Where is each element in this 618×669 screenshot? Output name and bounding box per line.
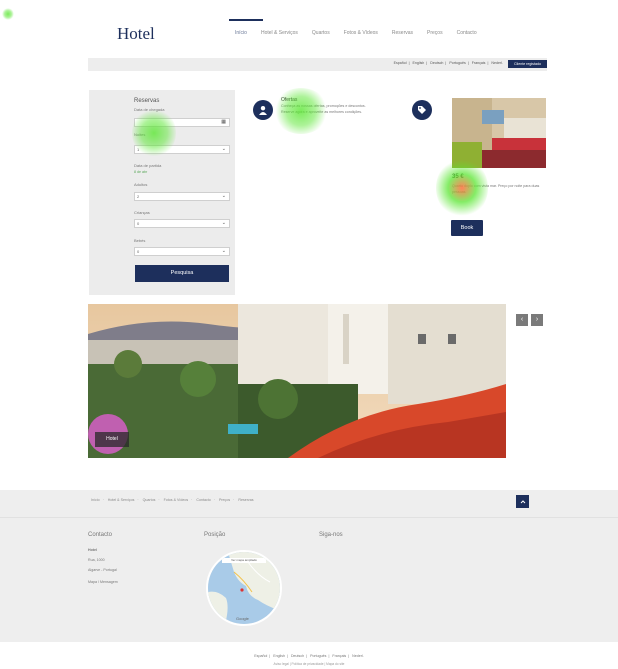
footer-nav: Início · Hotel & Serviços · Quartos · Fotos… [88,498,257,502]
nav-item-contact[interactable]: Contacto [450,30,484,36]
chevron-up-icon [520,499,525,503]
book-button[interactable]: Book [451,220,483,236]
promo-title[interactable]: Ofertas [281,97,297,103]
nav-item-rooms[interactable]: Quartos [305,30,337,36]
checkin-label: Data de chegada [134,107,165,112]
language-links: Español | English | Deutsch | Português | Fr… [392,61,505,65]
booking-title: Reservas [134,98,160,104]
search-button[interactable]: Pesquisa [135,265,229,282]
lang-es[interactable]: Español [392,61,409,65]
nav-item-reservations[interactable]: Reservas [385,30,420,36]
lang-pt[interactable]: Português [447,61,467,65]
nav-item-prices[interactable]: Preços [420,30,450,36]
registered-client-button[interactable]: Cliente registado [508,60,547,68]
children-value: 0 [137,221,140,226]
slider-next-button[interactable]: › [531,314,543,326]
footer-nav-rooms[interactable]: Quartos [140,498,159,502]
nav-active-indicator [229,19,263,21]
contact-map-link[interactable]: Mapa / Mensagem [88,580,118,584]
location-map[interactable]: Ver mapa ampliado Google [206,550,282,626]
footer [0,490,618,642]
babies-label: Bebés [134,238,146,243]
nav-item-home[interactable]: Início [228,30,254,36]
babies-value: 0 [137,249,140,254]
booking-panel: Reservas Data de chegada ▦ Noites 1 ⌄ Da… [89,90,235,295]
nights-select[interactable]: 1 ⌄ [134,145,230,154]
room-text: Quarto duplo com vista mar. Preço por no… [452,184,540,194]
room-price: 35 € [452,174,464,180]
bottom-language-links: Español | English | Deutsch | Português | Fr… [252,654,366,658]
checkout-value: 8 de abr [134,170,148,174]
back-to-top-button[interactable] [516,495,529,508]
contact-line-3: Algarve - Portugal [88,568,117,572]
chevron-down-icon: ⌄ [221,193,226,199]
contact-line-1: Hotel [88,548,97,552]
heatmap-blob-corner [2,8,14,20]
adults-select[interactable]: 2 ⌄ [134,192,230,201]
bottom-lang-fr[interactable]: Français [330,654,348,658]
chevron-down-icon: ⌄ [221,220,226,226]
slider-prev-button[interactable]: ‹ [516,314,528,326]
contact-line-2: Rua, 1000 [88,558,105,562]
nav-item-hotel-services[interactable]: Hotel & Serviços [254,30,305,36]
main-nav: Início Hotel & Serviços Quartos Fotos & … [228,30,484,36]
map-brand: Google [236,616,249,621]
lang-en[interactable]: English [411,61,427,65]
legal-links[interactable]: Aviso legal | Política de privacidade | … [0,662,618,666]
calendar-icon: ▦ [221,119,226,125]
footer-nav-home[interactable]: Início [88,498,103,502]
footer-nav-prices[interactable]: Preços [216,498,233,502]
bottom-lang-de[interactable]: Deutsch [289,654,306,658]
children-select[interactable]: 0 ⌄ [134,219,230,228]
children-label: Crianças [134,210,150,215]
lang-fr[interactable]: Français [470,61,488,65]
bottom-lang-nl[interactable]: Nederl. [350,654,366,658]
nights-value: 1 [137,147,140,152]
room-photo[interactable] [452,98,546,168]
bottom-lang-es[interactable]: Español [252,654,269,658]
user-icon [253,100,273,120]
footer-nav-hotel-services[interactable]: Hotel & Serviços [105,498,138,502]
nav-item-photos-videos[interactable]: Fotos & Vídeos [337,30,385,36]
lang-nl[interactable]: Nederl. [489,61,505,65]
chevron-down-icon: ⌄ [221,248,226,254]
map-enlarge-link[interactable]: Ver mapa ampliado [222,558,266,563]
checkout-label: Data de partida [134,163,162,168]
babies-select[interactable]: 0 ⌄ [134,247,230,256]
footer-nav-photos[interactable]: Fotos & Vídeos [161,498,192,502]
hero-slideshow[interactable] [88,304,506,458]
checkin-date-field[interactable]: ▦ [134,118,230,127]
footer-divider [0,517,618,518]
tag-icon [412,100,432,120]
hotel-logo[interactable]: Hotel [117,24,155,44]
bottom-lang-en[interactable]: English [271,654,287,658]
language-bar: Español | English | Deutsch | Português | Fr… [88,58,547,71]
follow-title: Siga-nos [319,532,343,538]
footer-nav-contact[interactable]: Contacto [193,498,213,502]
position-title: Posição [204,532,226,538]
chevron-down-icon: ⌄ [221,146,226,152]
bottom-lang-pt[interactable]: Português [308,654,328,658]
hero-caption: Hotel [95,432,129,447]
nights-label: Noites [134,132,146,137]
footer-nav-reservations[interactable]: Reservas [235,498,256,502]
adults-value: 2 [137,194,140,199]
promo-text: Conheça as nossas ofertas, promoções e d… [281,104,366,114]
contact-title: Contacto [88,532,113,538]
lang-de[interactable]: Deutsch [428,61,445,65]
adults-label: Adultos [134,182,148,187]
